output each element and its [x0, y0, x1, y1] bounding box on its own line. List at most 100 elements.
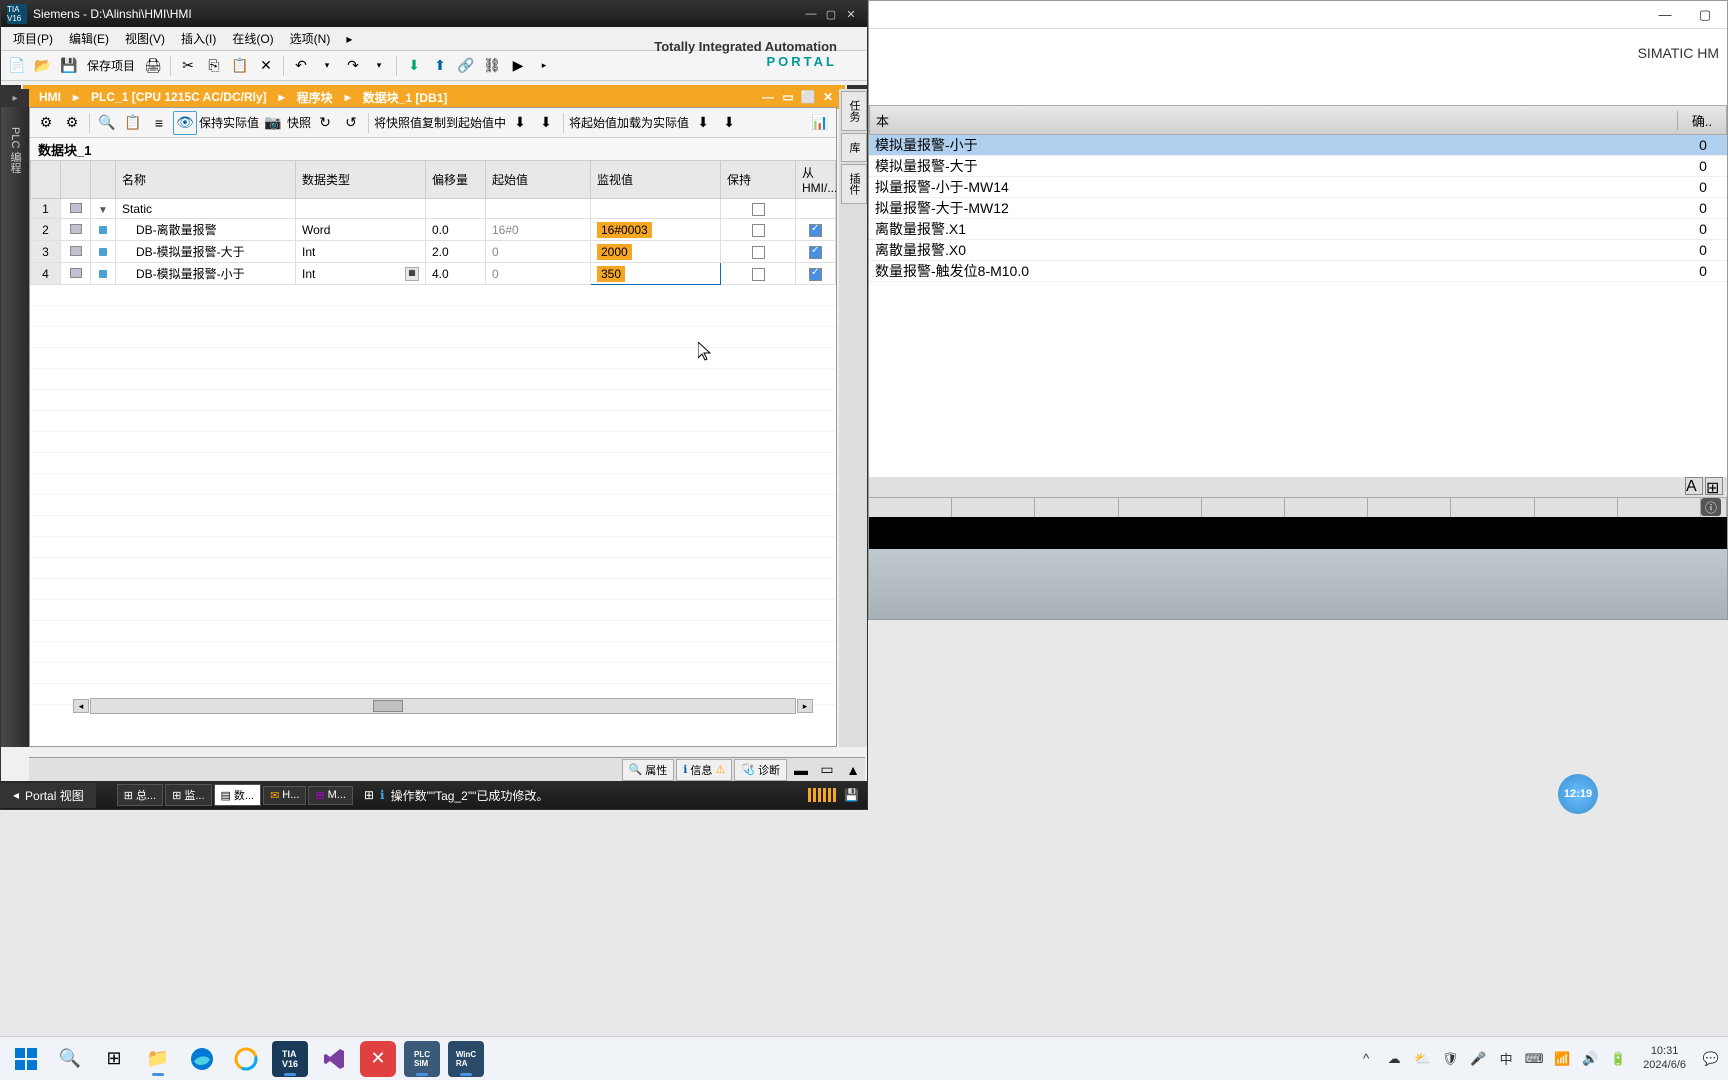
portal-view-button[interactable]: ◂Portal 视图 [1, 783, 96, 808]
copy-snapshot-label[interactable]: 将快照值复制到起始值中 [374, 114, 506, 131]
status-tab-overview[interactable]: ⊞总... [117, 784, 163, 806]
db-tool-4-icon[interactable]: 📋 [121, 111, 145, 135]
hmi-alarm-row[interactable]: 模拟量报警-大于0 [869, 156, 1727, 177]
copy-icon[interactable]: ⎘ [202, 54, 226, 78]
properties-tab[interactable]: 🔍属性 [622, 759, 675, 781]
db-tool-12-icon[interactable]: 📊 [808, 111, 832, 135]
table-row[interactable]: 3 DB-模拟量报警-大于 Int 2.0 0 2000 [31, 241, 836, 263]
db-tool-7-icon[interactable]: ↺ [339, 111, 363, 135]
status-tab-data[interactable]: ▤数... [214, 784, 262, 806]
breadcrumb-plc[interactable]: PLC_1 [CPU 1215C AC/DC/Rly] [83, 90, 275, 104]
taskbar-clock[interactable]: 10:31 2024/6/6 [1637, 1045, 1692, 1071]
hmi-tool-icon[interactable]: ⊞ [1705, 477, 1723, 495]
db-snapshot-btn-icon[interactable]: 📷 [261, 111, 285, 135]
col-header-start[interactable]: 起始值 [486, 161, 591, 199]
panel-layout-1-icon[interactable]: ▬ [789, 758, 813, 782]
right-tab-plugins[interactable]: 插件 [841, 164, 867, 204]
edge-browser-icon[interactable] [184, 1041, 220, 1077]
maximize-button[interactable]: ▢ [821, 5, 841, 23]
hmi-alarm-row[interactable]: 离散量报警.X00 [869, 240, 1727, 261]
keep-actual-label[interactable]: 保持实际值 [199, 114, 259, 131]
hmi-alarm-row[interactable]: 数量报警-触发位8-M10.00 [869, 261, 1727, 282]
db-monitor-icon[interactable]: 👁 [173, 111, 197, 135]
menu-edit[interactable]: 编辑(E) [61, 27, 117, 50]
go-offline-icon[interactable]: ⛓ [480, 54, 504, 78]
volume-icon[interactable]: 🔊 [1581, 1050, 1599, 1068]
col-header-offset[interactable]: 偏移量 [426, 161, 486, 199]
paste-icon[interactable]: 📋 [228, 54, 252, 78]
ime-icon[interactable]: 中 [1497, 1050, 1515, 1068]
load-start-label[interactable]: 将起始值加载为实际值 [569, 114, 689, 131]
db-tool-3-icon[interactable]: 🔍 [95, 111, 119, 135]
menu-options[interactable]: 选项(N) [282, 27, 339, 50]
redo-icon[interactable]: ↷ [341, 54, 365, 78]
menu-more-icon[interactable]: ▸ [338, 29, 360, 49]
hmi-tool-icon[interactable]: A [1685, 477, 1703, 495]
wifi-icon[interactable]: 📶 [1553, 1050, 1571, 1068]
cut-icon[interactable]: ✂ [176, 54, 200, 78]
snapshot-label[interactable]: 快照 [287, 114, 311, 131]
scroll-right-icon[interactable]: ▸ [797, 699, 813, 713]
db-tool-8-icon[interactable]: ⬇ [508, 111, 532, 135]
hmi-fn-button[interactable] [1451, 498, 1534, 517]
menu-project[interactable]: 项目(P) [5, 27, 61, 50]
more-toolbar-icon[interactable]: ▸ [532, 54, 556, 78]
delete-icon[interactable]: ✕ [254, 54, 278, 78]
save-icon[interactable]: 💾 [57, 54, 81, 78]
file-explorer-icon[interactable]: 📁 [140, 1041, 176, 1077]
tray-expand-icon[interactable]: ^ [1357, 1050, 1375, 1068]
hmi-alarm-row[interactable]: 拟量报警-大于-MW120 [869, 198, 1727, 219]
horizontal-scrollbar[interactable]: ◂ ▸ [90, 698, 796, 714]
hmi-fn-button[interactable] [952, 498, 1035, 517]
retain-checkbox[interactable] [752, 268, 765, 281]
panel-close-icon[interactable]: ✕ [819, 88, 837, 106]
desktop-clock-widget[interactable]: 12:19 [1558, 774, 1598, 814]
visual-studio-icon[interactable] [316, 1041, 352, 1077]
status-tab-m[interactable]: ⊞M... [308, 786, 353, 805]
hmi-checkbox[interactable] [809, 224, 822, 237]
hmi-maximize-button[interactable]: ▢ [1691, 5, 1719, 25]
diagnostics-tab[interactable]: 🩺诊断 [734, 759, 787, 781]
save-project-label[interactable]: 保存项目 [83, 57, 139, 74]
close-button[interactable]: ✕ [841, 5, 861, 23]
app-red-icon[interactable]: ✕ [360, 1041, 396, 1077]
security-icon[interactable]: 🛡 [1441, 1050, 1459, 1068]
panel-expand-icon[interactable]: ▲ [841, 758, 865, 782]
hmi-fn-button[interactable] [1535, 498, 1618, 517]
info-tab[interactable]: ℹ信息⚠ [676, 759, 732, 781]
db-tool-5-icon[interactable]: ≡ [147, 111, 171, 135]
scroll-left-icon[interactable]: ◂ [73, 699, 89, 713]
undo-dropdown-icon[interactable]: ▾ [315, 54, 339, 78]
ime-mode-icon[interactable]: ⌨ [1525, 1050, 1543, 1068]
plcsim-icon[interactable]: PLCSIM [404, 1041, 440, 1077]
hmi-fn-button[interactable] [1368, 498, 1451, 517]
panel-restore-icon[interactable]: ▭ [779, 88, 797, 106]
hmi-fn-button[interactable] [1618, 498, 1701, 517]
upload-icon[interactable]: ⬆ [428, 54, 452, 78]
db-tool-1-icon[interactable]: ⚙ [34, 111, 58, 135]
col-header-monitor[interactable]: 监视值 [591, 161, 721, 199]
right-tab-tasks[interactable]: 任务 [841, 91, 867, 131]
microphone-icon[interactable]: 🎤 [1469, 1050, 1487, 1068]
db-tool-9-icon[interactable]: ⬇ [534, 111, 558, 135]
right-tab-library[interactable]: 库 [841, 133, 867, 162]
undo-icon[interactable]: ↶ [289, 54, 313, 78]
left-sidebar-plc-programming[interactable]: PLC 编程 [1, 107, 29, 747]
hmi-fn-button[interactable] [1202, 498, 1285, 517]
menu-insert[interactable]: 插入(I) [173, 27, 224, 50]
hmi-checkbox[interactable] [809, 268, 822, 281]
go-online-icon[interactable]: 🔗 [454, 54, 478, 78]
type-dropdown-icon[interactable]: ▦ [405, 267, 419, 281]
notifications-icon[interactable]: 💬 [1702, 1050, 1720, 1068]
breadcrumb-blocks[interactable]: 程序块 [289, 89, 341, 106]
onedrive-icon[interactable]: ☁ [1385, 1050, 1403, 1068]
db-tool-2-icon[interactable]: ⚙ [60, 111, 84, 135]
hmi-fn-button[interactable] [869, 498, 952, 517]
sim-icon[interactable]: ▶ [506, 54, 530, 78]
hmi-fn-button[interactable] [1285, 498, 1368, 517]
hmi-alarm-row[interactable]: 离散量报警.X10 [869, 219, 1727, 240]
print-icon[interactable]: 🖨 [141, 54, 165, 78]
db-tool-6-icon[interactable]: ↻ [313, 111, 337, 135]
hmi-fn-button[interactable]: ⓘ [1701, 498, 1727, 517]
col-header-type[interactable]: 数据类型 [296, 161, 426, 199]
